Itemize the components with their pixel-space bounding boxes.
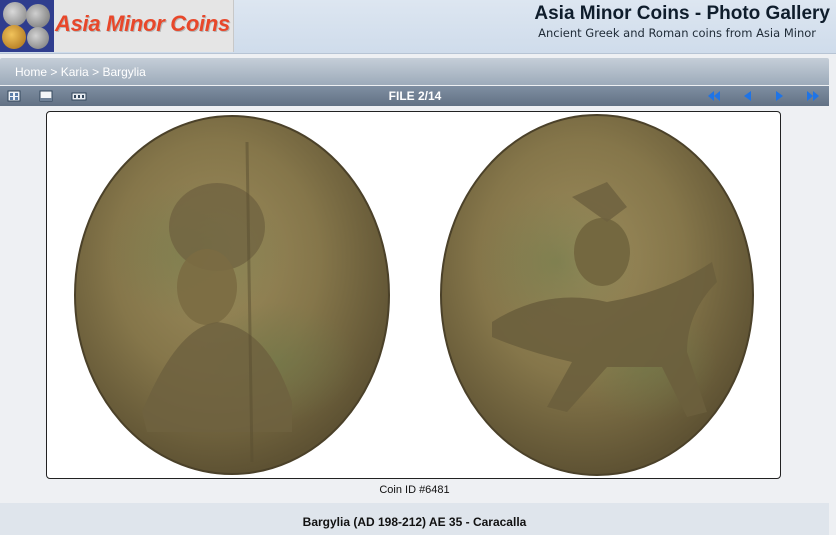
obverse-coin <box>74 115 390 475</box>
coin-photo <box>74 114 754 476</box>
breadcrumb-current: Bargylia <box>102 65 146 79</box>
breadcrumb-karia-link[interactable]: Karia <box>61 65 89 79</box>
breadcrumb-bar: Home > Karia > Bargylia <box>0 58 829 85</box>
logo-text: Asia Minor Coins <box>55 11 230 36</box>
breadcrumb-separator: > <box>50 65 58 79</box>
first-icon[interactable] <box>706 88 722 104</box>
file-counter: FILE 2/14 <box>388 89 442 103</box>
breadcrumb-home-link[interactable]: Home <box>15 65 47 79</box>
site-header: Asia Minor Coins Asia Minor Coins - Phot… <box>0 0 836 54</box>
site-title: Asia Minor Coins - Photo Gallery <box>534 3 830 24</box>
description-bar: Bargylia (AD 198-212) AE 35 - Caracalla <box>0 503 829 535</box>
coin-photo-frame[interactable] <box>46 111 781 479</box>
slideshow-icon[interactable] <box>39 89 53 103</box>
coin-description-title: Bargylia (AD 198-212) AE 35 - Caracalla <box>302 515 527 529</box>
logo-coins-image <box>0 0 54 52</box>
gallery-toolbar: FILE 2/14 <box>0 86 829 106</box>
info-icon[interactable] <box>71 89 87 103</box>
breadcrumb-separator: > <box>92 65 100 79</box>
site-logo[interactable]: Asia Minor Coins <box>0 0 234 52</box>
previous-icon[interactable] <box>739 88 755 104</box>
site-subtitle: Ancient Greek and Roman coins from Asia … <box>538 26 816 40</box>
next-icon[interactable] <box>772 88 788 104</box>
photo-caption: Coin ID #6481 <box>379 484 450 496</box>
thumbnails-icon[interactable] <box>7 89 21 103</box>
breadcrumb: Home > Karia > Bargylia <box>15 65 146 79</box>
last-icon[interactable] <box>805 88 821 104</box>
reverse-coin <box>440 114 754 476</box>
